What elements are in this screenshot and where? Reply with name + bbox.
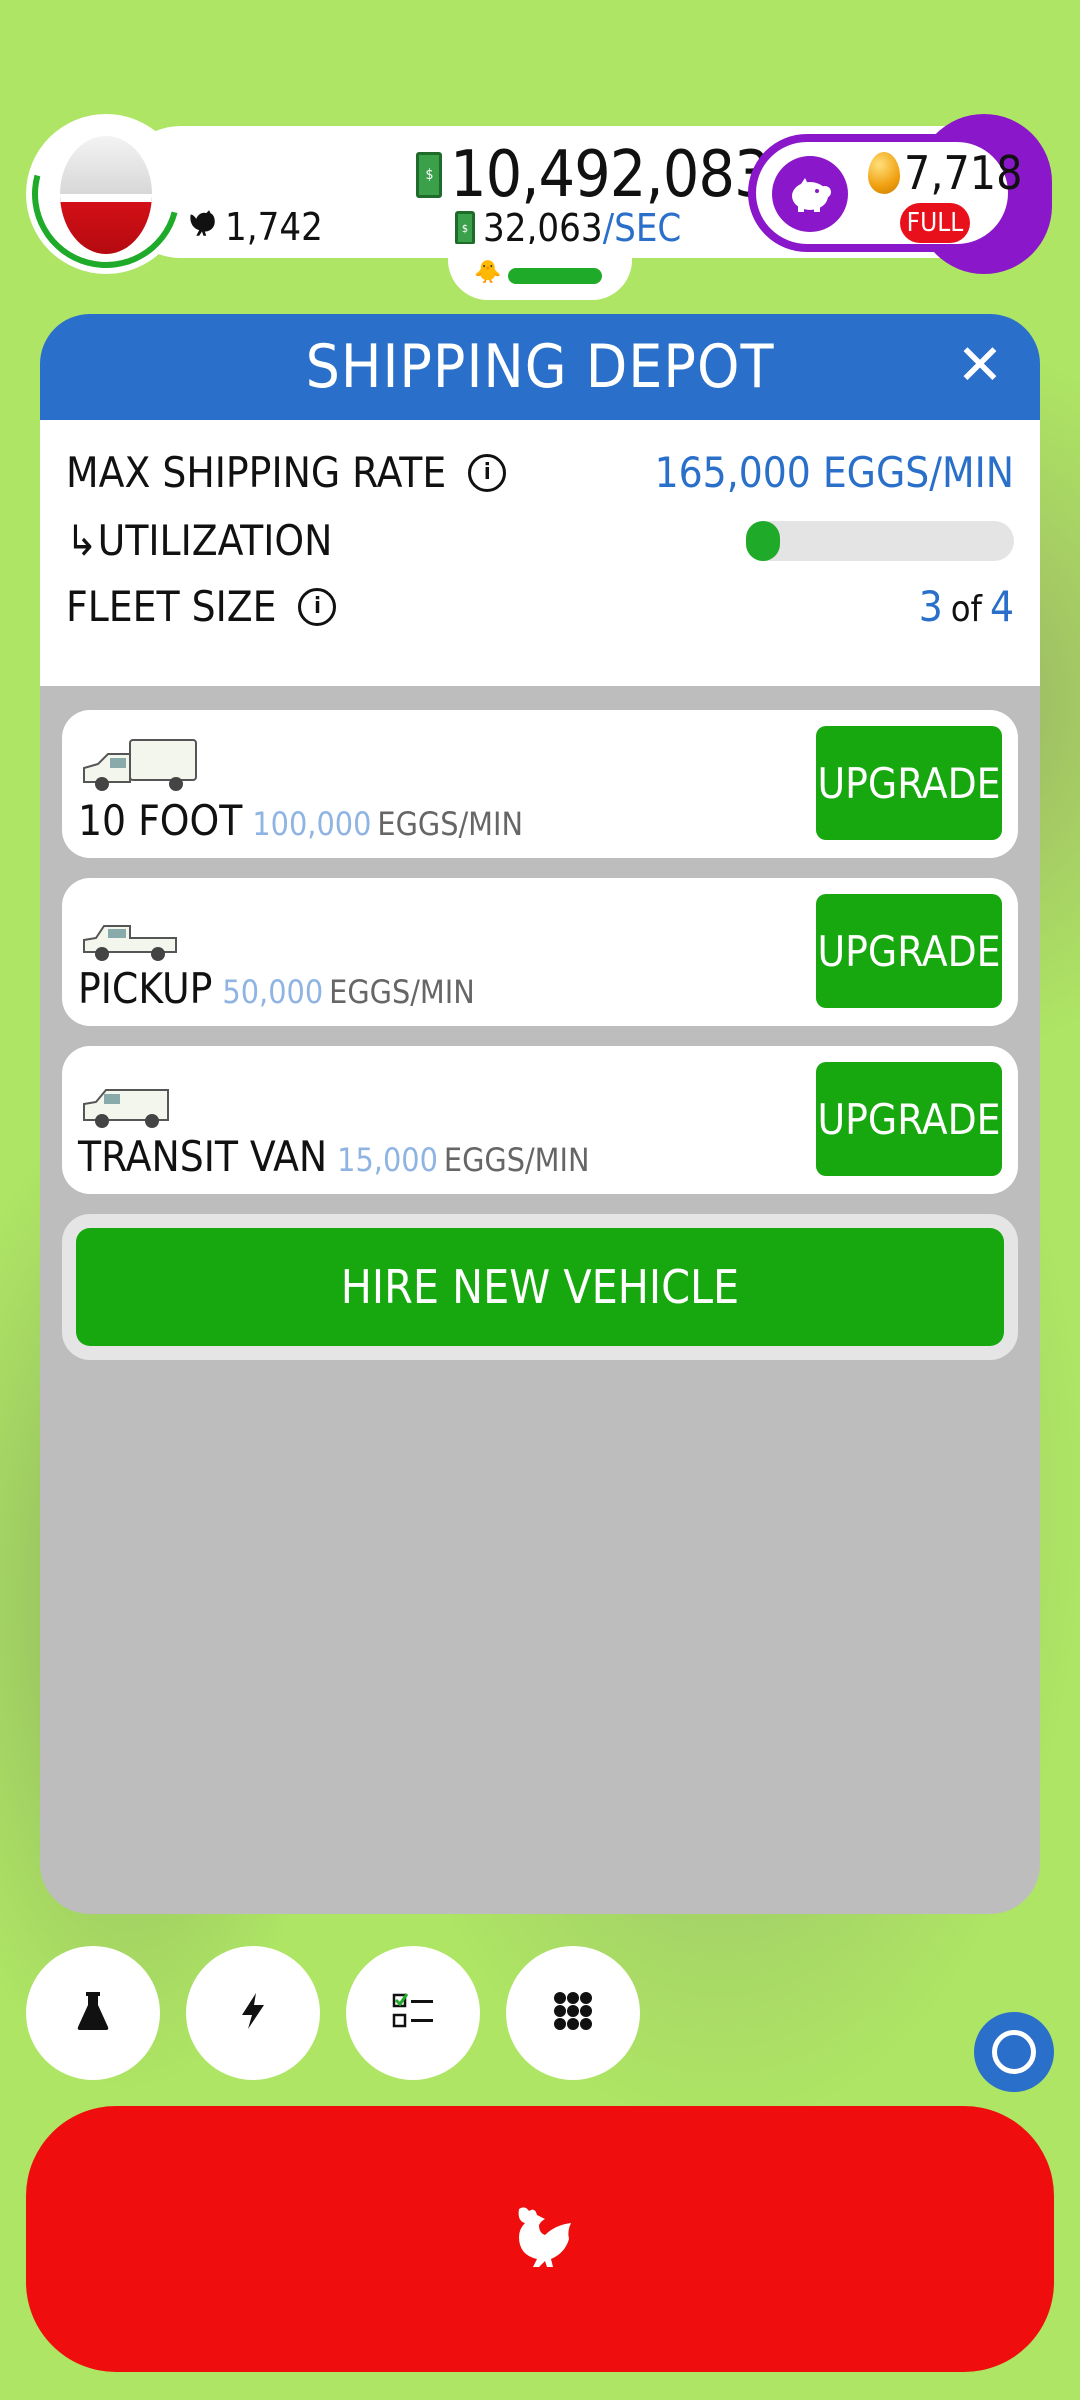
golden-egg-icon bbox=[868, 152, 900, 194]
max-shipping-rate-row: MAX SHIPPING RATE i 165,000 EGGS/MIN bbox=[66, 448, 1014, 497]
vehicle-name: 10 FOOT bbox=[78, 796, 243, 845]
upgrade-button[interactable]: UPGRADE bbox=[816, 894, 1002, 1008]
hatch-chicken-button[interactable] bbox=[26, 2106, 1054, 2372]
vehicle-info: 10 FOOT 100,000 EGGS/MIN bbox=[78, 796, 523, 845]
missions-button[interactable] bbox=[346, 1946, 480, 2080]
vehicle-name: TRANSIT VAN bbox=[78, 1132, 328, 1181]
chicken-count: 1,742 bbox=[185, 205, 323, 249]
vehicle-row: 10 FOOT 100,000 EGGS/MIN UPGRADE bbox=[62, 710, 1018, 858]
golden-egg-count: 7,718 bbox=[904, 146, 1023, 200]
utilization-bar bbox=[746, 520, 1014, 561]
hatchery-progress-bar bbox=[508, 268, 602, 284]
close-icon[interactable]: ✕ bbox=[950, 336, 1010, 396]
floating-circle-button[interactable] bbox=[974, 2012, 1054, 2092]
menu-button[interactable] bbox=[506, 1946, 640, 2080]
vehicle-rate-unit: EGGS/MIN bbox=[377, 805, 524, 843]
vehicle-info: PICKUP 50,000 EGGS/MIN bbox=[78, 964, 475, 1013]
fleet-size-row: FLEET SIZE i 3 of 4 bbox=[66, 582, 1014, 631]
piggy-bank-icon[interactable] bbox=[772, 156, 848, 232]
chick-icon: 🐥 bbox=[474, 260, 502, 285]
utilization-row: ↳UTILIZATION bbox=[66, 516, 1014, 565]
lightning-icon bbox=[238, 1991, 268, 2035]
shipping-depot-dialog: SHIPPING DEPOT ✕ MAX SHIPPING RATE i 165… bbox=[40, 314, 1040, 1914]
grid-menu-icon bbox=[553, 1991, 593, 2035]
depot-stats: MAX SHIPPING RATE i 165,000 EGGS/MIN ↳UT… bbox=[40, 420, 1040, 686]
vehicle-rate: 50,000 bbox=[222, 973, 324, 1011]
max-shipping-rate-value: 165,000 EGGS/MIN bbox=[654, 448, 1014, 497]
chicken-icon bbox=[505, 2205, 575, 2273]
current-egg-icon bbox=[60, 136, 152, 254]
vehicle-row: TRANSIT VAN 15,000 EGGS/MIN UPGRADE bbox=[62, 1046, 1018, 1194]
research-button[interactable] bbox=[26, 1946, 160, 2080]
upgrade-button[interactable]: UPGRADE bbox=[816, 726, 1002, 840]
dialog-title: SHIPPING DEPOT bbox=[305, 332, 775, 402]
vehicle-rate-unit: EGGS/MIN bbox=[329, 973, 475, 1011]
chicken-count-value: 1,742 bbox=[225, 205, 323, 249]
fleet-size-label: FLEET SIZE bbox=[66, 582, 277, 631]
dialog-header: SHIPPING DEPOT ✕ bbox=[40, 314, 1040, 420]
info-icon[interactable]: i bbox=[468, 453, 507, 492]
circle-icon bbox=[992, 2030, 1036, 2074]
fleet-of: of bbox=[950, 589, 982, 630]
fleet-max: 4 bbox=[989, 582, 1014, 631]
money-display: $ 10,492,083 bbox=[416, 138, 771, 212]
fleet-size-value: 3 of 4 bbox=[919, 582, 1014, 631]
vehicle-info: TRANSIT VAN 15,000 EGGS/MIN bbox=[78, 1132, 590, 1181]
vehicle-rate: 15,000 bbox=[337, 1141, 438, 1179]
max-shipping-rate-label: MAX SHIPPING RATE bbox=[66, 448, 447, 497]
fleet-current: 3 bbox=[918, 582, 943, 631]
flask-icon bbox=[76, 1991, 110, 2035]
vehicle-rate-unit: EGGS/MIN bbox=[443, 1141, 590, 1179]
vehicle-row: PICKUP 50,000 EGGS/MIN UPGRADE bbox=[62, 878, 1018, 1026]
vehicle-rate: 100,000 bbox=[252, 805, 372, 843]
cash-icon: $ bbox=[416, 152, 442, 198]
transit-van-icon bbox=[80, 1084, 172, 1132]
chicken-small-icon bbox=[185, 205, 219, 249]
money-value: 10,492,083 bbox=[450, 138, 771, 212]
info-icon[interactable]: i bbox=[298, 587, 337, 626]
pickup-truck-icon bbox=[80, 918, 180, 966]
hire-new-vehicle-button[interactable]: HIRE NEW VEHICLE bbox=[76, 1228, 1004, 1346]
full-badge: FULL bbox=[900, 203, 970, 243]
hire-vehicle-container: HIRE NEW VEHICLE bbox=[62, 1214, 1018, 1360]
checklist-icon bbox=[391, 1991, 435, 2035]
utilization-fill bbox=[746, 520, 780, 561]
cash-small-icon: $ bbox=[455, 211, 475, 245]
box-truck-icon bbox=[80, 738, 200, 798]
vehicle-name: PICKUP bbox=[78, 964, 213, 1013]
upgrade-button[interactable]: UPGRADE bbox=[816, 1062, 1002, 1176]
utilization-label: ↳UTILIZATION bbox=[66, 516, 333, 565]
boost-button[interactable] bbox=[186, 1946, 320, 2080]
